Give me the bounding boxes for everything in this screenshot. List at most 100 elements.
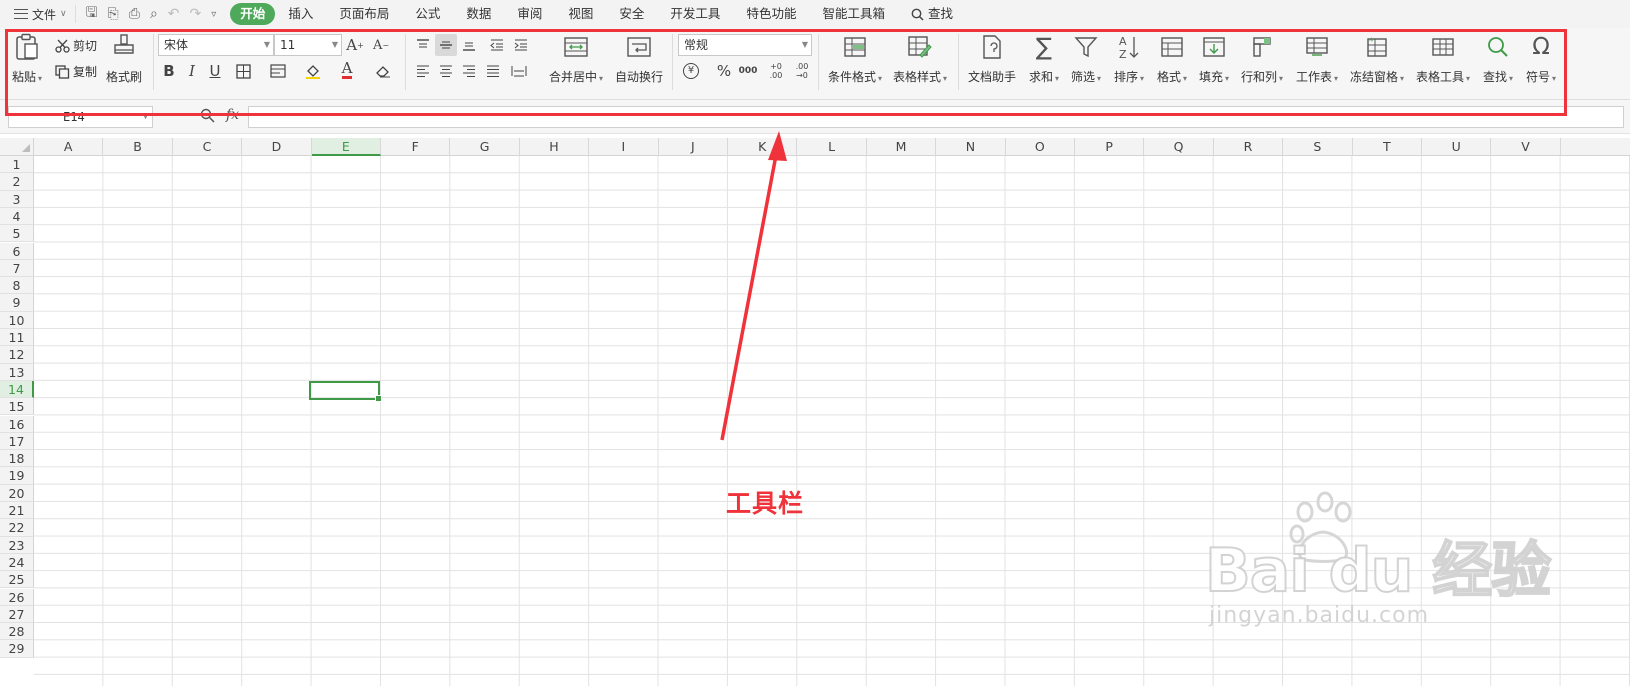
format-button[interactable]: 格式 bbox=[1157, 32, 1187, 85]
column-header[interactable]: A bbox=[34, 138, 104, 156]
sum-button[interactable]: ∑ 求和 bbox=[1029, 32, 1059, 85]
row-header[interactable]: 20 bbox=[0, 484, 34, 502]
table-tools-button[interactable]: 表格工具 bbox=[1416, 32, 1470, 85]
column-header[interactable]: R bbox=[1214, 138, 1284, 156]
column-header[interactable]: F bbox=[381, 138, 451, 156]
column-header[interactable]: I bbox=[589, 138, 659, 156]
percent-button[interactable]: % bbox=[713, 60, 735, 82]
row-header[interactable]: 29 bbox=[0, 640, 34, 658]
column-header[interactable]: T bbox=[1353, 138, 1422, 156]
row-header[interactable]: 1 bbox=[0, 156, 34, 174]
name-box[interactable]: E14 ▼ bbox=[8, 106, 153, 128]
tab-view[interactable]: 视图 bbox=[555, 3, 606, 25]
symbol-button[interactable]: Ω 符号 bbox=[1526, 32, 1556, 85]
print-preview-icon[interactable]: ⌕ bbox=[150, 6, 158, 22]
row-header[interactable]: 5 bbox=[0, 225, 34, 243]
column-header[interactable]: E bbox=[311, 138, 381, 156]
doc-assistant-button[interactable]: 文档助手 bbox=[968, 32, 1016, 85]
tab-smart-toolbox[interactable]: 智能工具箱 bbox=[809, 3, 898, 25]
italic-button[interactable]: I bbox=[181, 60, 203, 82]
increase-decimal-button[interactable]: +0 .00 bbox=[763, 60, 789, 82]
cut-button[interactable]: 剪切 bbox=[55, 37, 97, 54]
align-top-button[interactable] bbox=[412, 34, 434, 56]
customize-icon[interactable]: ▿ bbox=[211, 9, 216, 20]
row-header[interactable]: 11 bbox=[0, 329, 34, 347]
thousands-separator-button[interactable]: 000 bbox=[737, 60, 759, 82]
align-middle-button[interactable] bbox=[435, 34, 457, 56]
conditional-format-button[interactable]: 条件格式 bbox=[828, 32, 882, 85]
column-header[interactable]: Q bbox=[1144, 138, 1214, 156]
tab-insert[interactable]: 插入 bbox=[275, 3, 326, 25]
increase-font-size-button[interactable]: A + bbox=[344, 34, 366, 56]
clear-button[interactable] bbox=[372, 60, 394, 82]
tab-review[interactable]: 审阅 bbox=[504, 3, 555, 25]
font-color-button[interactable]: A bbox=[336, 59, 358, 81]
column-header[interactable]: H bbox=[520, 138, 590, 156]
fill-color-button[interactable] bbox=[302, 60, 324, 82]
currency-button[interactable]: ¥ bbox=[680, 60, 702, 82]
zoom-formula-icon[interactable] bbox=[200, 108, 215, 127]
underline-button[interactable]: U bbox=[204, 60, 226, 82]
save-icon[interactable]: 🖫 bbox=[86, 2, 98, 26]
file-menu[interactable]: 文件 ∨ bbox=[0, 0, 75, 28]
bold-button[interactable]: B bbox=[158, 60, 180, 82]
row-header[interactable]: 3 bbox=[0, 190, 34, 208]
column-header[interactable]: U bbox=[1422, 138, 1492, 156]
row-header[interactable]: 14 bbox=[0, 380, 34, 399]
column-header[interactable]: K bbox=[728, 138, 798, 156]
tab-special-features[interactable]: 特色功能 bbox=[733, 3, 809, 25]
row-header[interactable]: 28 bbox=[0, 623, 34, 641]
column-header[interactable]: S bbox=[1283, 138, 1353, 156]
wrap-text-button[interactable]: 自动换行 bbox=[615, 32, 663, 85]
freeze-panes-button[interactable]: * 冻结窗格 bbox=[1350, 32, 1404, 85]
align-bottom-button[interactable] bbox=[458, 34, 480, 56]
decrease-font-size-button[interactable]: A − bbox=[370, 34, 392, 56]
select-all-corner[interactable] bbox=[0, 138, 34, 156]
row-header[interactable]: 8 bbox=[0, 277, 34, 295]
sort-button[interactable]: AZ 排序 bbox=[1114, 32, 1144, 85]
distributed-align-button[interactable] bbox=[508, 60, 530, 82]
row-header[interactable]: 18 bbox=[0, 450, 34, 468]
cell-border-style-button[interactable] bbox=[267, 60, 289, 82]
filter-button[interactable]: 筛选 bbox=[1071, 32, 1101, 85]
row-header[interactable]: 21 bbox=[0, 502, 34, 520]
increase-indent-button[interactable] bbox=[510, 34, 532, 56]
row-header[interactable]: 2 bbox=[0, 173, 34, 191]
find-button[interactable]: 查找 bbox=[1483, 32, 1513, 85]
column-header[interactable]: N bbox=[936, 138, 1006, 156]
row-header[interactable]: 15 bbox=[0, 398, 34, 416]
formula-input[interactable] bbox=[248, 106, 1624, 128]
row-header[interactable]: 4 bbox=[0, 207, 34, 226]
row-header[interactable]: 27 bbox=[0, 605, 34, 624]
align-right-button[interactable] bbox=[458, 60, 480, 82]
row-header[interactable]: 24 bbox=[0, 553, 34, 572]
column-header[interactable]: G bbox=[450, 138, 520, 156]
active-cell[interactable] bbox=[309, 381, 382, 402]
column-header[interactable]: O bbox=[1006, 138, 1075, 156]
tab-security[interactable]: 安全 bbox=[606, 3, 657, 25]
row-header[interactable]: 19 bbox=[0, 467, 34, 485]
copy-button[interactable]: 复制 bbox=[55, 63, 97, 80]
tab-developer[interactable]: 开发工具 bbox=[657, 3, 733, 25]
justify-button[interactable] bbox=[482, 60, 504, 82]
redo-icon[interactable]: ↷ bbox=[190, 6, 202, 22]
row-header[interactable]: 26 bbox=[0, 588, 34, 606]
font-name-select[interactable]: 宋体 ▼ bbox=[158, 34, 274, 56]
column-header[interactable]: J bbox=[659, 138, 728, 156]
align-center-button[interactable] bbox=[435, 60, 457, 82]
column-header[interactable]: C bbox=[173, 138, 243, 156]
row-header[interactable]: 25 bbox=[0, 571, 34, 589]
undo-icon[interactable]: ↶ bbox=[168, 6, 180, 22]
worksheet-button[interactable]: 工作表 bbox=[1296, 32, 1338, 85]
number-format-select[interactable]: 常规 ▼ bbox=[678, 34, 812, 56]
column-header[interactable]: B bbox=[103, 138, 173, 156]
tab-page-layout[interactable]: 页面布局 bbox=[326, 3, 402, 25]
row-header[interactable]: 22 bbox=[0, 519, 34, 537]
tab-formulas[interactable]: 公式 bbox=[402, 3, 453, 25]
table-style-button[interactable]: 表格样式 bbox=[893, 32, 947, 85]
export-icon[interactable]: ⎘ bbox=[108, 6, 119, 22]
row-header[interactable]: 23 bbox=[0, 536, 34, 554]
row-header[interactable]: 6 bbox=[0, 242, 34, 260]
print-icon[interactable]: ⎙ bbox=[129, 6, 140, 22]
row-header[interactable]: 9 bbox=[0, 294, 34, 312]
